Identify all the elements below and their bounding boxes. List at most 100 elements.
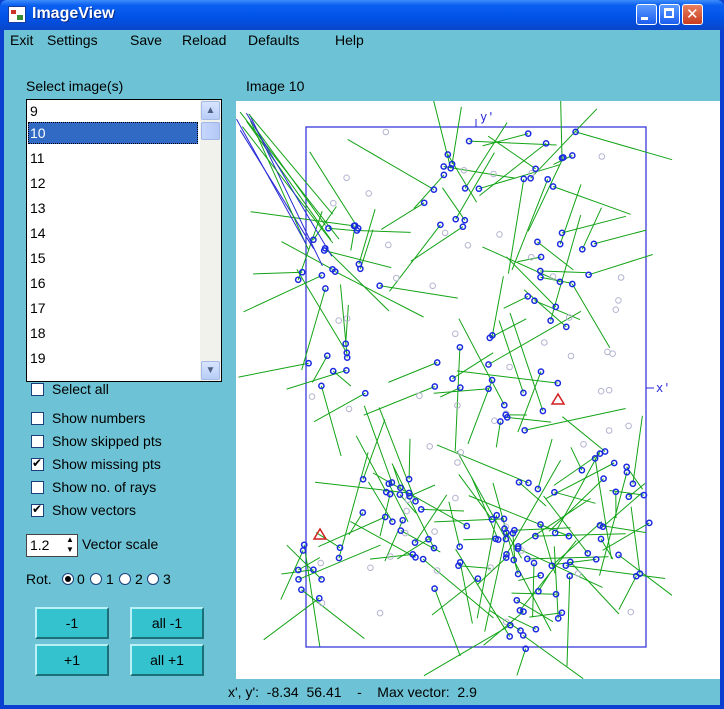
vector-line bbox=[571, 283, 611, 349]
vector-line bbox=[495, 421, 501, 448]
status-text: x', y': -8.34 56.41 - Max vector: 2.9 bbox=[228, 684, 477, 700]
vector-line bbox=[553, 546, 559, 619]
list-item[interactable]: 19 bbox=[28, 347, 198, 369]
vector-line bbox=[548, 478, 604, 532]
vector-line bbox=[562, 416, 606, 452]
minimize-button[interactable] bbox=[636, 4, 657, 25]
rot-label: Rot. bbox=[26, 571, 52, 587]
vector-line bbox=[463, 538, 496, 541]
vector-line bbox=[491, 276, 504, 336]
list-item-selected[interactable]: 10 bbox=[28, 122, 198, 144]
vector-line bbox=[443, 166, 516, 179]
vector-line bbox=[588, 254, 653, 276]
app-icon bbox=[8, 6, 26, 23]
vector-line bbox=[379, 285, 458, 299]
show-no-of-rays-checkbox[interactable] bbox=[31, 481, 44, 494]
vector-line bbox=[552, 186, 631, 215]
menu-exit[interactable]: Exit bbox=[10, 32, 33, 48]
list-item[interactable]: 17 bbox=[28, 297, 198, 319]
plus-one-button[interactable]: +1 bbox=[35, 644, 109, 676]
missing-point-marker bbox=[452, 494, 459, 502]
rot-3-radio[interactable] bbox=[147, 573, 159, 585]
point-marker bbox=[430, 186, 438, 193]
scroll-down-icon[interactable]: ▼ bbox=[201, 361, 220, 380]
vector-line bbox=[356, 230, 411, 233]
vector-line bbox=[410, 226, 464, 262]
missing-point-marker bbox=[491, 417, 498, 425]
reference-marker-icon bbox=[550, 392, 566, 405]
vector-line bbox=[509, 312, 544, 412]
vector-line bbox=[345, 304, 349, 344]
rot-1-radio[interactable] bbox=[90, 573, 102, 585]
vector-line bbox=[441, 187, 466, 221]
point-marker bbox=[565, 532, 573, 540]
point-marker bbox=[298, 586, 305, 594]
image-listbox[interactable]: 9 10 11 12 13 14 15 16 17 18 19 ▲ ▼ bbox=[26, 99, 222, 382]
list-item[interactable]: 13 bbox=[28, 197, 198, 219]
missing-point-marker bbox=[597, 387, 605, 395]
maximize-button[interactable] bbox=[659, 4, 680, 25]
missing-point-marker bbox=[598, 153, 606, 160]
close-button[interactable] bbox=[682, 4, 703, 25]
menu-save[interactable]: Save bbox=[130, 32, 162, 48]
scroll-thumb[interactable] bbox=[201, 122, 220, 140]
all-minus-one-button[interactable]: all -1 bbox=[130, 607, 204, 639]
list-item[interactable]: 16 bbox=[28, 272, 198, 294]
vector-line bbox=[600, 538, 614, 560]
menu-defaults[interactable]: Defaults bbox=[248, 32, 299, 48]
point-marker bbox=[318, 576, 325, 583]
vector-line bbox=[511, 592, 557, 595]
missing-point-marker bbox=[464, 242, 472, 249]
title-bar[interactable]: ImageView bbox=[0, 0, 724, 30]
missing-point-marker bbox=[615, 297, 622, 304]
y-axis-label: y' bbox=[480, 110, 494, 124]
vector-line bbox=[448, 501, 461, 547]
vector-line bbox=[436, 444, 529, 484]
list-item[interactable]: 15 bbox=[28, 247, 198, 269]
show-no-of-rays-label: Show no. of rays bbox=[52, 479, 157, 495]
missing-point-marker bbox=[335, 317, 342, 324]
spin-arrows-icon[interactable]: ▲ ▼ bbox=[64, 535, 76, 556]
show-numbers-checkbox[interactable] bbox=[31, 412, 44, 425]
menu-help[interactable]: Help bbox=[335, 32, 364, 48]
point-marker bbox=[323, 352, 331, 360]
list-item[interactable]: 18 bbox=[28, 322, 198, 344]
point-marker bbox=[578, 466, 586, 474]
select-all-label: Select all bbox=[52, 381, 109, 397]
image-plot-canvas[interactable]: y' x' bbox=[236, 101, 720, 679]
list-item[interactable]: 14 bbox=[28, 222, 198, 244]
missing-point-marker bbox=[426, 443, 433, 450]
rot-0-radio[interactable] bbox=[62, 573, 74, 585]
vector-line bbox=[476, 515, 498, 619]
vector-line bbox=[503, 295, 529, 309]
scroll-up-icon[interactable]: ▲ bbox=[201, 101, 220, 120]
vector-line bbox=[358, 209, 376, 265]
point-marker bbox=[585, 271, 592, 279]
list-scrollbar[interactable]: ▲ ▼ bbox=[200, 100, 221, 381]
rot-2-radio[interactable] bbox=[119, 573, 131, 585]
show-missing-pts-checkbox[interactable] bbox=[31, 456, 44, 471]
vector-line bbox=[421, 508, 465, 512]
point-marker bbox=[572, 128, 579, 136]
vector-line bbox=[243, 274, 323, 313]
vector-line bbox=[482, 246, 561, 283]
point-marker bbox=[419, 555, 427, 563]
show-skipped-pts-checkbox[interactable] bbox=[31, 435, 44, 448]
vector-plot[interactable]: y' x' bbox=[236, 101, 720, 679]
point-marker bbox=[549, 183, 557, 190]
all-plus-one-button[interactable]: all +1 bbox=[130, 644, 204, 676]
list-item[interactable]: 12 bbox=[28, 172, 198, 194]
show-vectors-checkbox[interactable] bbox=[31, 502, 44, 517]
rot-0-label: 0 bbox=[77, 571, 85, 587]
vector-line bbox=[301, 288, 326, 371]
vector-line bbox=[236, 118, 307, 245]
menu-settings[interactable]: Settings bbox=[47, 32, 98, 48]
missing-point-marker bbox=[605, 427, 613, 434]
vector-line bbox=[252, 271, 303, 275]
list-item[interactable]: 9 bbox=[28, 100, 198, 122]
select-all-checkbox[interactable] bbox=[31, 383, 44, 396]
list-item[interactable]: 11 bbox=[28, 147, 198, 169]
minus-one-button[interactable]: -1 bbox=[35, 607, 109, 639]
menu-reload[interactable]: Reload bbox=[182, 32, 226, 48]
vector-line bbox=[245, 112, 333, 257]
